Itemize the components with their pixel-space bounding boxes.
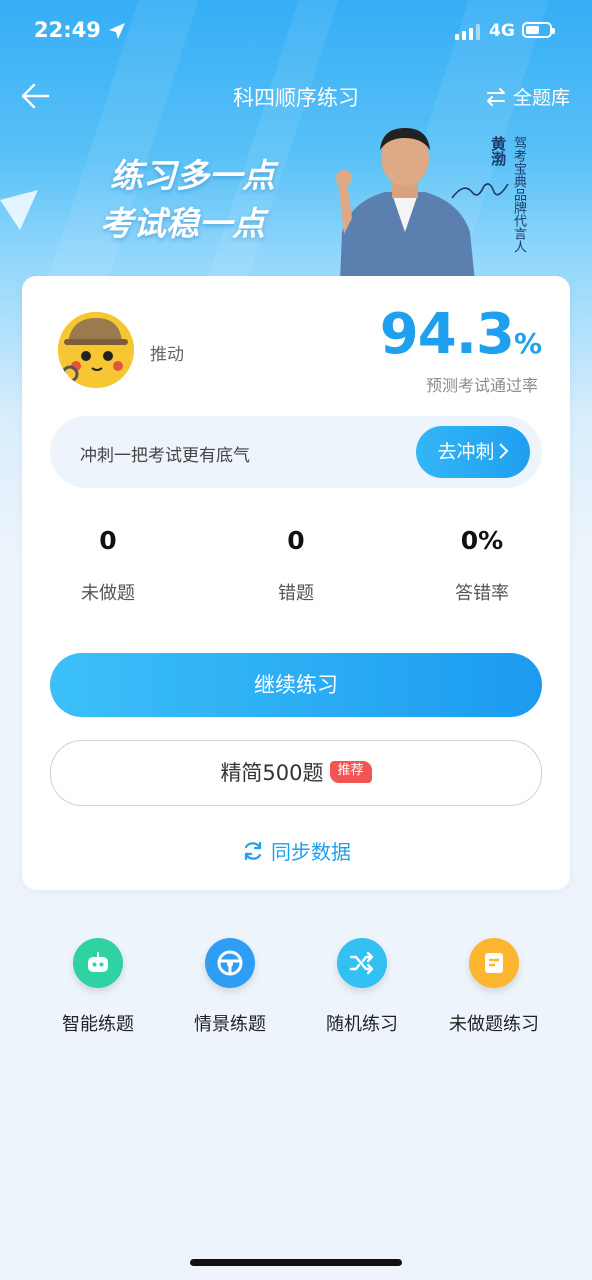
tool-label: 未做题练习 — [449, 1014, 539, 1035]
stat-unanswered[interactable]: 0 未做题 — [38, 526, 178, 605]
all-questions-button[interactable]: 全题库 — [485, 83, 570, 110]
stat-wrong[interactable]: 0 错题 — [226, 526, 366, 605]
stat-label: 错题 — [278, 583, 314, 604]
stat-value: 0 — [287, 526, 305, 555]
pass-rate-value: 94.3 — [379, 302, 515, 367]
chevron-right-icon — [498, 443, 508, 459]
banner-slogan: 练习多一点 考试稳一点 — [100, 152, 275, 248]
sprint-button[interactable]: 去冲刺 — [416, 426, 530, 478]
note-icon — [469, 938, 519, 988]
robot-icon — [73, 938, 123, 988]
all-questions-label: 全题库 — [512, 87, 570, 109]
pass-rate: 94.3% — [380, 302, 542, 367]
sync-icon — [244, 841, 262, 860]
signature-mark — [451, 183, 509, 199]
selected-500-label: 精简500题 — [220, 761, 324, 785]
tool-smart-practice[interactable]: 智能练题 — [38, 938, 158, 1036]
status-bar: 22:49 4G — [0, 0, 592, 64]
sprint-button-label: 去冲刺 — [437, 441, 495, 463]
tool-label: 智能练题 — [62, 1014, 134, 1035]
tool-unanswered-practice[interactable]: 未做题练习 — [434, 938, 554, 1036]
tool-label: 随机练习 — [326, 1014, 398, 1035]
stat-error-rate[interactable]: 0% 答错率 — [412, 526, 552, 605]
selected-500-button[interactable]: 精简500题 推荐 — [50, 740, 542, 806]
network-type: 4G — [489, 21, 515, 41]
tool-label: 情景练题 — [194, 1014, 266, 1035]
slogan-line-2: 考试稳一点 — [100, 204, 265, 243]
stat-label: 答错率 — [455, 583, 509, 604]
username: 推动 — [150, 345, 184, 365]
sprint-text: 冲刺一把考试更有底气 — [80, 446, 250, 466]
recommend-badge: 推荐 — [329, 761, 372, 783]
tool-scenario-practice[interactable]: 情景练题 — [170, 938, 290, 1036]
stat-value: 0% — [460, 526, 504, 555]
endorser-title: 驾考宝典品牌代言人 — [511, 136, 526, 253]
sync-data-button[interactable]: 同步数据 — [22, 836, 570, 865]
signal-icon — [455, 24, 480, 40]
location-icon — [109, 23, 125, 39]
nav-bar: 科四顺序练习 全题库 — [0, 72, 592, 120]
pass-rate-unit: % — [513, 327, 542, 360]
steering-wheel-icon — [205, 938, 255, 988]
avatar[interactable] — [58, 312, 134, 388]
battery-icon — [522, 22, 555, 38]
continue-practice-button[interactable]: 继续练习 — [50, 653, 542, 717]
switch-icon — [486, 87, 505, 106]
stat-label: 未做题 — [81, 583, 135, 604]
slogan-line-1: 练习多一点 — [110, 156, 275, 195]
practice-card: 推动 94.3% 预测考试通过率 冲刺一把考试更有底气 去冲刺 0 未做题 0 … — [22, 276, 570, 890]
tool-random-practice[interactable]: 随机练习 — [302, 938, 422, 1036]
paper-plane-decoration — [0, 190, 38, 230]
sync-label: 同步数据 — [271, 840, 351, 864]
status-time: 22:49 — [34, 18, 101, 42]
home-indicator[interactable] — [190, 1259, 402, 1266]
shuffle-icon — [337, 938, 387, 988]
stat-value: 0 — [99, 526, 117, 555]
pass-rate-label: 预测考试通过率 — [425, 376, 538, 395]
sprint-banner: 冲刺一把考试更有底气 去冲刺 — [50, 416, 542, 488]
